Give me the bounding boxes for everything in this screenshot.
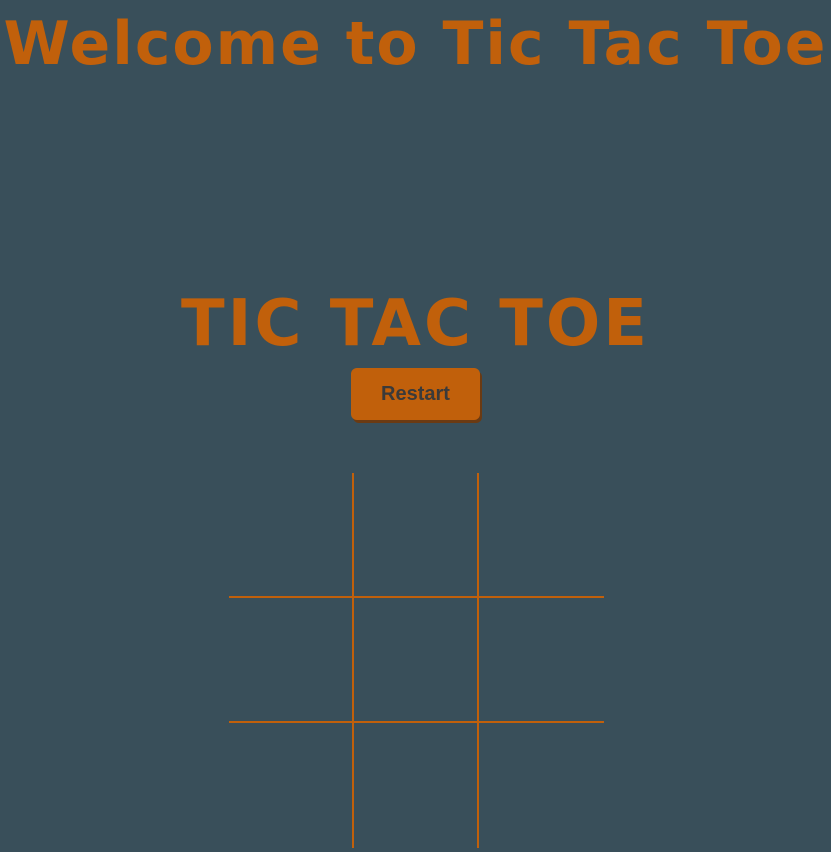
board-cell-9[interactable] <box>479 723 604 848</box>
board-cell-2[interactable] <box>354 473 479 598</box>
board-cell-3[interactable] <box>479 473 604 598</box>
board-cell-4[interactable] <box>229 598 354 723</box>
board-cell-1[interactable] <box>229 473 354 598</box>
game-title: TIC TAC TOE <box>181 287 650 361</box>
board-cell-7[interactable] <box>229 723 354 848</box>
restart-button[interactable]: Restart <box>351 368 480 420</box>
board-cell-8[interactable] <box>354 723 479 848</box>
board-cell-6[interactable] <box>479 598 604 723</box>
board-cell-5[interactable] <box>354 598 479 723</box>
game-board <box>229 473 604 848</box>
welcome-heading: Welcome to Tic Tac Toe <box>3 9 828 79</box>
